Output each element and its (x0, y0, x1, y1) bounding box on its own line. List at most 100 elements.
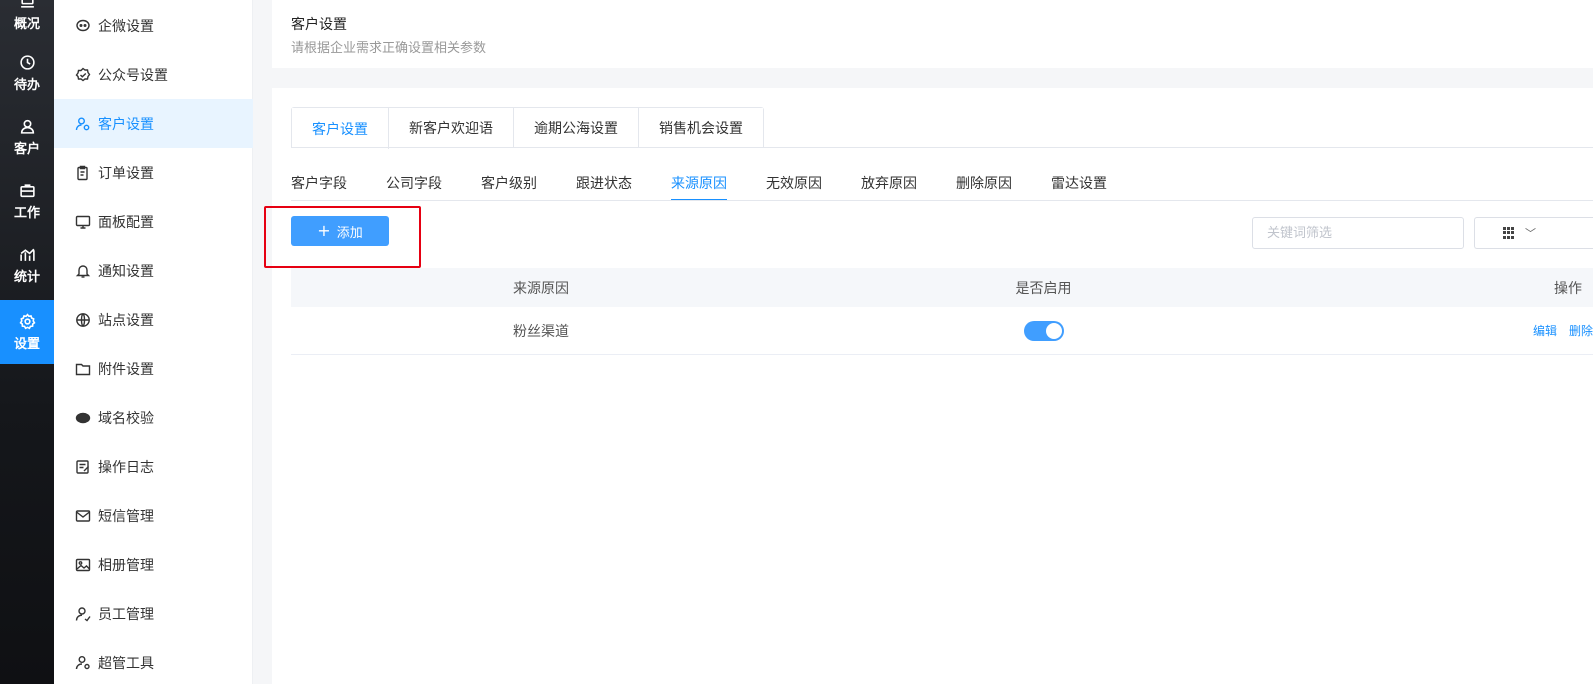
submenu-item-sms[interactable]: 短信管理 (54, 491, 253, 540)
rail-item-settings[interactable]: 设置 (0, 300, 54, 364)
subtab-customer-fields[interactable]: 客户字段 (291, 168, 347, 201)
subtab-radar-settings[interactable]: 雷达设置 (1051, 168, 1107, 201)
submenu-item-label: 企微设置 (98, 18, 154, 35)
log-icon (75, 459, 91, 475)
add-button[interactable]: + 添加 (291, 216, 389, 246)
main-content: 客户设置 新客户欢迎语 逾期公海设置 销售机会设置 客户字段 公司字段 客户级别… (264, 88, 1593, 684)
cell-actions: 编辑 删除 (1296, 322, 1593, 339)
tab-sales-opportunity[interactable]: 销售机会设置 (639, 108, 763, 148)
image-icon (75, 557, 91, 573)
delete-link[interactable]: 删除 (1569, 322, 1593, 339)
tab-customer-settings[interactable]: 客户设置 (292, 108, 389, 149)
rail-item-stats[interactable]: 统计 (0, 233, 54, 297)
tab-overdue-pool[interactable]: 逾期公海设置 (514, 108, 639, 148)
subtab-customer-level[interactable]: 客户级别 (481, 168, 537, 201)
keyword-filter-input[interactable] (1252, 217, 1464, 249)
rail-item-label: 统计 (13, 270, 40, 285)
subtab-abandon-reason[interactable]: 放弃原因 (861, 168, 917, 201)
globe-icon (75, 312, 91, 328)
user-gear-icon (75, 116, 91, 132)
submenu-item-site[interactable]: 站点设置 (54, 295, 253, 344)
subtab-source-reason[interactable]: 来源原因 (671, 168, 727, 201)
cell-reason: 粉丝渠道 (513, 323, 569, 340)
submenu-item-label: 域名校验 (98, 410, 154, 427)
main-nav-rail: 概况 待办 客户 工作 统计 设置 (0, 0, 54, 684)
submenu-item-wecom[interactable]: 企微设置 (54, 1, 253, 50)
rail-item-todo[interactable]: 待办 (0, 41, 54, 105)
submenu-item-panel[interactable]: 面板配置 (54, 197, 253, 246)
submenu-item-official-account[interactable]: 公众号设置 (54, 50, 253, 99)
submenu-item-label: 通知设置 (98, 263, 154, 280)
rail-item-label: 工作 (13, 206, 40, 221)
folder-icon (75, 361, 91, 377)
rail-item-customer[interactable]: 客户 (0, 105, 54, 169)
add-button-label: 添加 (336, 225, 363, 241)
bell-icon (75, 263, 91, 279)
source-reason-table: 来源原因 是否启用 操作 粉丝渠道 编辑 删除 (291, 268, 1593, 355)
submenu-item-label: 短信管理 (98, 508, 154, 525)
page-subtitle: 请根据企业需求正确设置相关参数 (291, 41, 487, 56)
grid-icon (1503, 227, 1515, 239)
rail-item-work[interactable]: 工作 (0, 169, 54, 233)
tabs-divider (291, 147, 1593, 148)
submenu-item-customer[interactable]: 客户设置 (54, 99, 253, 148)
enabled-toggle[interactable] (1023, 320, 1064, 341)
subtab-follow-status[interactable]: 跟进状态 (576, 168, 632, 201)
clipboard-icon (75, 165, 91, 181)
table-row: 粉丝渠道 编辑 删除 (291, 307, 1593, 355)
briefcase-icon (18, 181, 36, 199)
submenu-item-label: 附件设置 (98, 361, 154, 378)
toggle-knob (1045, 322, 1062, 339)
admin-icon (75, 655, 91, 671)
rail-item-overview[interactable]: 概况 (0, 0, 54, 44)
overview-icon (18, 0, 36, 10)
submenu-item-label: 订单设置 (98, 165, 154, 182)
staff-icon (75, 606, 91, 622)
table-header: 来源原因 是否启用 操作 (291, 268, 1593, 307)
wecom-icon (75, 18, 91, 34)
plus-icon: + (317, 221, 331, 240)
badge-icon (75, 67, 91, 83)
submenu-item-attachment[interactable]: 附件设置 (54, 344, 253, 393)
subtab-invalid-reason[interactable]: 无效原因 (766, 168, 822, 201)
submenu-item-album[interactable]: 相册管理 (54, 540, 253, 589)
rail-item-label: 设置 (13, 337, 40, 352)
tab-welcome-message[interactable]: 新客户欢迎语 (389, 108, 514, 148)
page-title: 客户设置 (291, 17, 347, 33)
cell-enabled (791, 320, 1296, 341)
submenu-item-label: 超管工具 (98, 655, 154, 672)
mail-icon (75, 508, 91, 524)
subtab-delete-reason[interactable]: 删除原因 (956, 168, 1012, 201)
submenu-item-admin[interactable]: 超管工具 (54, 638, 253, 684)
column-header-actions: 操作 (1554, 280, 1582, 297)
chart-icon (18, 245, 36, 263)
clock-icon (18, 53, 36, 71)
settings-submenu: 企微设置 公众号设置 客户设置 订单设置 面板配置 通知设置 站点设置 附件设置… (54, 0, 253, 684)
submenu-item-log[interactable]: 操作日志 (54, 442, 253, 491)
submenu-item-label: 面板配置 (98, 214, 154, 231)
submenu-item-label: 站点设置 (98, 312, 154, 329)
rail-item-label: 概况 (13, 17, 40, 32)
column-header-reason: 来源原因 (513, 280, 569, 297)
edit-link[interactable]: 编辑 (1533, 322, 1557, 339)
subtab-company-fields[interactable]: 公司字段 (386, 168, 442, 201)
page-header: 客户设置 请根据企业需求正确设置相关参数 (272, 0, 1593, 68)
submenu-item-staff[interactable]: 员工管理 (54, 589, 253, 638)
user-icon (18, 117, 36, 135)
settings-tabs: 客户设置 新客户欢迎语 逾期公海设置 销售机会设置 (291, 107, 764, 149)
submenu-item-label: 操作日志 (98, 459, 154, 476)
submenu-item-label: 员工管理 (98, 606, 154, 623)
submenu-item-notify[interactable]: 通知设置 (54, 246, 253, 295)
submenu-item-label: 相册管理 (98, 557, 154, 574)
column-header-enabled: 是否启用 (1015, 280, 1072, 297)
submenu-item-label: 公众号设置 (98, 67, 168, 84)
subtabs-divider (291, 200, 1593, 201)
submenu-item-order[interactable]: 订单设置 (54, 148, 253, 197)
gear-icon (18, 312, 36, 330)
www-icon (75, 410, 91, 426)
rail-item-label: 待办 (13, 78, 40, 93)
chevron-down-icon: ﹀ (1525, 227, 1536, 240)
column-settings-dropdown[interactable]: ﹀ (1474, 217, 1593, 249)
submenu-item-domain[interactable]: 域名校验 (54, 393, 253, 442)
monitor-icon (75, 214, 91, 230)
